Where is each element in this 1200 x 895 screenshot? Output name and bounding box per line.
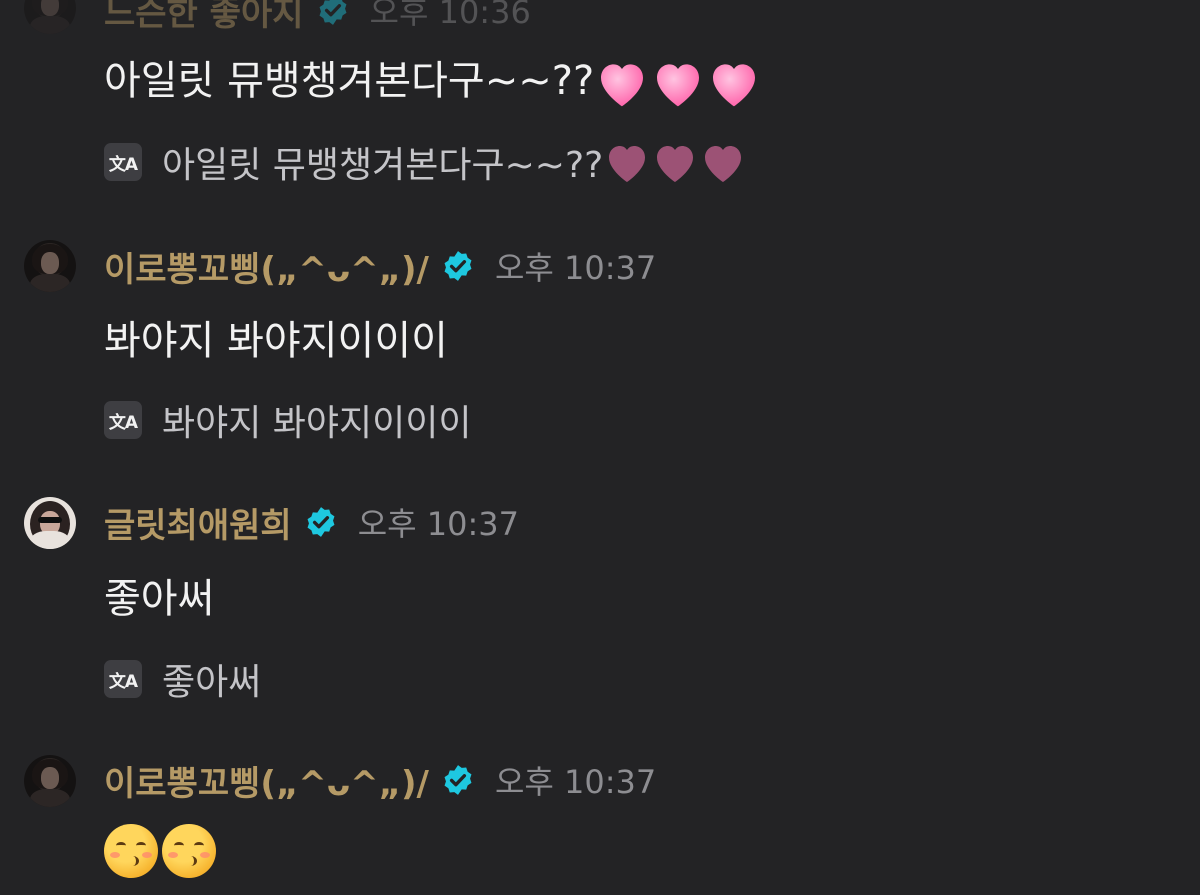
translation-text: 아일릿 뮤뱅챙겨본다구~~?? bbox=[162, 145, 604, 186]
translate-icon: 文A bbox=[104, 401, 142, 439]
translation: 文A 아일릿 뮤뱅챙겨본다구~~?? bbox=[104, 136, 747, 188]
author-name[interactable]: 이로뽕꼬삥(„^ᴗ^„)/ bbox=[104, 756, 429, 805]
translation-text: 좋아써 bbox=[162, 662, 262, 703]
avatar[interactable] bbox=[24, 755, 76, 807]
pink-heart-icon bbox=[706, 58, 762, 107]
muted-heart-icon bbox=[603, 139, 747, 185]
timestamp: 오후 10:36 bbox=[369, 0, 531, 31]
message-emoji[interactable] bbox=[104, 824, 216, 878]
verified-badge-icon bbox=[319, 0, 346, 25]
avatar[interactable] bbox=[24, 0, 76, 34]
translate-icon: 文A bbox=[104, 660, 142, 698]
author-name[interactable]: 느슨한 좋아지 bbox=[104, 0, 304, 35]
verified-badge-icon bbox=[444, 765, 472, 795]
kissing-face-with-closed-eyes-icon bbox=[162, 824, 216, 878]
pink-heart-icon bbox=[650, 58, 706, 107]
timestamp: 오후 10:37 bbox=[357, 505, 519, 543]
translation: 文A 봐야지 봐야지이이이 bbox=[104, 394, 472, 446]
verified-badge-icon bbox=[444, 251, 472, 281]
message-text[interactable]: 봐야지 봐야지이이이 bbox=[104, 308, 448, 366]
translate-icon: 文A bbox=[104, 143, 142, 181]
avatar[interactable] bbox=[24, 497, 76, 549]
timestamp: 오후 10:37 bbox=[494, 249, 657, 287]
author-name[interactable]: 글릿최애원희 bbox=[104, 498, 292, 547]
message-text[interactable]: 좋아써 bbox=[104, 566, 214, 624]
pink-heart-icon bbox=[594, 58, 650, 107]
kissing-face-with-closed-eyes-icon bbox=[104, 824, 158, 878]
timestamp: 오후 10:37 bbox=[494, 763, 657, 801]
translation-text: 봐야지 봐야지이이이 bbox=[162, 403, 472, 444]
chat-feed: 느슨한 좋아지 오후 10:36 아일릿 뮤뱅챙겨본다구~~?? 文A 아일릿 … bbox=[0, 0, 1200, 895]
verified-badge-icon bbox=[307, 507, 335, 537]
author-name[interactable]: 이로뽕꼬삥(„^ᴗ^„)/ bbox=[104, 242, 429, 291]
avatar[interactable] bbox=[24, 240, 76, 292]
message-text[interactable]: 아일릿 뮤뱅챙겨본다구~~?? bbox=[104, 48, 762, 109]
translation: 文A 좋아써 bbox=[104, 653, 261, 705]
